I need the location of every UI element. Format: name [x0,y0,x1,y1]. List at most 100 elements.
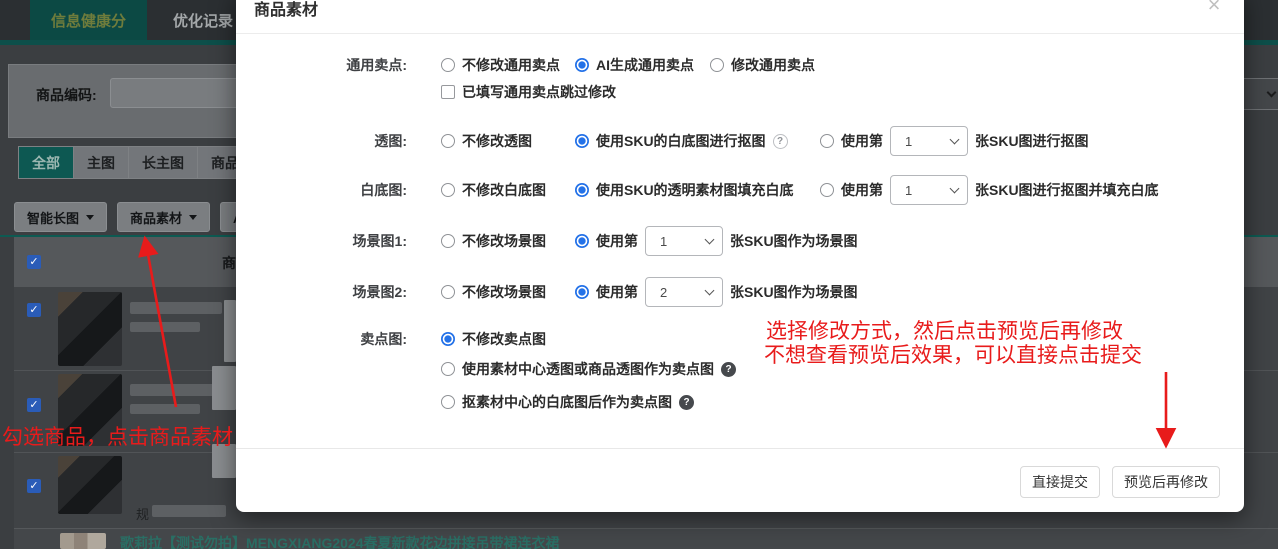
media-tab-long-image[interactable]: 长主图 [129,146,198,179]
option-label: 张SKU图进行抠图 [975,133,1089,149]
close-icon[interactable]: × [1202,0,1226,18]
button-label: 商品素材 [130,210,183,226]
preview-then-modify-button[interactable]: 预览后再修改 [1112,466,1220,498]
option-use-nth-sku-fill-whitebg[interactable]: 使用第 1 张SKU图进行抠图并填充白底 [820,175,1159,205]
chevron-down-icon [704,234,715,245]
blurred-cell [212,366,236,410]
option-label: 张SKU图作为场景图 [730,284,858,300]
radio-checked-icon[interactable] [575,183,589,197]
product-title-link[interactable]: 歌莉拉【测试勿拍】MENGXIANG2024春夏新款花边拼接吊带裙连衣裙 [120,533,559,549]
smart-long-image-button[interactable]: 智能长图 [14,202,108,232]
radio-checked-icon[interactable] [575,285,589,299]
button-label: 智能长图 [27,210,80,226]
radio-checked-icon[interactable] [575,58,589,72]
option-label: 不修改场景图 [462,233,546,249]
radio-icon[interactable] [441,395,455,409]
product-thumbnail [60,533,106,549]
radio-icon[interactable] [710,58,724,72]
dialog-title: 商品素材 [254,2,319,19]
tab-info-health-score[interactable]: 信息健康分 [30,0,147,40]
sku-index-select[interactable]: 2 [645,277,723,307]
radio-icon[interactable] [441,134,455,148]
sku-index-select[interactable]: 1 [645,226,723,256]
product-material-dialog: 商品素材 × 通用卖点: 不修改通用卖点 AI生成通用卖点 修改通用卖点 已填写… [236,0,1244,512]
filter-dropdown[interactable] [1240,78,1278,110]
sku-index-select[interactable]: 1 [890,126,968,156]
chevron-down-icon [704,285,715,296]
option-label: 使用第 [596,233,638,249]
radio-checked-icon[interactable] [575,134,589,148]
field-label-whitebg-image: 白底图: [360,182,407,198]
media-tab-label: 全部 [32,154,60,171]
blurred-text [130,384,222,396]
media-tab-all[interactable]: 全部 [18,146,74,179]
product-image [58,292,122,366]
option-no-change-selling-point[interactable]: 不修改通用卖点 [441,50,560,80]
select-value: 2 [660,284,668,300]
product-code-label: 商品编码: [36,87,97,103]
help-icon[interactable]: ? [679,394,694,410]
option-label: 不修改透图 [462,133,532,149]
help-icon[interactable]: ? [721,361,736,377]
option-skip-if-filled[interactable]: 已填写通用卖点跳过修改 [441,77,616,107]
field-label-scene-image-1: 场景图1: [352,233,407,249]
row-checkbox[interactable] [27,398,41,412]
radio-icon[interactable] [441,234,455,248]
sku-index-select[interactable]: 1 [890,175,968,205]
option-use-nth-sku-scene2[interactable]: 使用第 2 张SKU图作为场景图 [575,277,858,307]
option-ai-generate-selling-point[interactable]: AI生成通用卖点 [575,50,694,80]
tab-label: 信息健康分 [50,12,126,30]
caret-down-icon [86,214,95,220]
radio-icon[interactable] [820,183,834,197]
option-label: 使用第 [841,182,883,198]
radio-icon[interactable] [441,285,455,299]
option-use-nth-sku-cutout[interactable]: 使用第 1 张SKU图进行抠图 [820,126,1089,156]
direct-submit-button[interactable]: 直接提交 [1020,466,1100,498]
option-no-change-scene1[interactable]: 不修改场景图 [441,226,546,256]
blurred-text [130,404,200,414]
option-label: 不修改白底图 [462,182,546,198]
blurred-text [130,322,200,332]
product-material-button[interactable]: 商品素材 [117,202,211,232]
radio-icon[interactable] [441,362,455,376]
media-tab-main-image[interactable]: 主图 [74,146,129,179]
radio-icon[interactable] [820,134,834,148]
screenshot-root: 信息健康分 优化记录 商品编码: 全部 主图 长主图 商品素材 智能长图 商品素… [0,0,1278,549]
spec-label: 规 [136,507,150,522]
option-cutout-material-center-whitebg[interactable]: 抠素材中心的白底图后作为卖点图 ? [441,387,694,417]
option-label: 使用第 [596,284,638,300]
row-checkbox[interactable] [27,303,41,317]
option-use-material-center-transparent[interactable]: 使用素材中心透图或商品透图作为卖点图 ? [441,354,736,384]
blurred-cell [224,300,236,362]
radio-checked-icon[interactable] [575,234,589,248]
option-no-change-sp-image[interactable]: 不修改卖点图 [441,324,546,354]
tab-label: 优化记录 [172,12,233,30]
help-icon[interactable]: ? [772,133,788,149]
radio-checked-icon[interactable] [441,332,455,346]
option-label: 不修改通用卖点 [462,57,560,73]
option-modify-selling-point[interactable]: 修改通用卖点 [710,50,815,80]
field-label-selling-point-image: 卖点图: [360,331,407,347]
select-all-checkbox[interactable] [27,255,41,269]
chevron-down-icon [949,183,960,194]
option-no-change-whitebg[interactable]: 不修改白底图 [441,175,546,205]
radio-icon[interactable] [441,58,455,72]
field-label-transparent-image: 透图: [374,133,407,149]
checkbox-icon[interactable] [441,85,455,99]
option-use-sku-whitebg-cutout[interactable]: 使用SKU的白底图进行抠图 ? [575,126,788,156]
blurred-text [130,302,222,314]
option-label: 不修改场景图 [462,284,546,300]
radio-icon[interactable] [441,183,455,197]
option-no-change-transparent[interactable]: 不修改透图 [441,126,532,156]
dialog-footer-divider [236,448,1244,449]
option-label: AI生成通用卖点 [596,57,694,73]
dialog-title-divider [236,33,1244,34]
option-use-nth-sku-scene1[interactable]: 使用第 1 张SKU图作为场景图 [575,226,858,256]
select-value: 1 [905,182,913,198]
row-checkbox[interactable] [27,479,41,493]
blurred-text [152,505,226,517]
option-no-change-scene2[interactable]: 不修改场景图 [441,277,546,307]
select-value: 1 [905,133,913,149]
option-use-sku-transparent-fill[interactable]: 使用SKU的透明素材图填充白底 [575,175,794,205]
caret-down-icon [189,214,198,220]
